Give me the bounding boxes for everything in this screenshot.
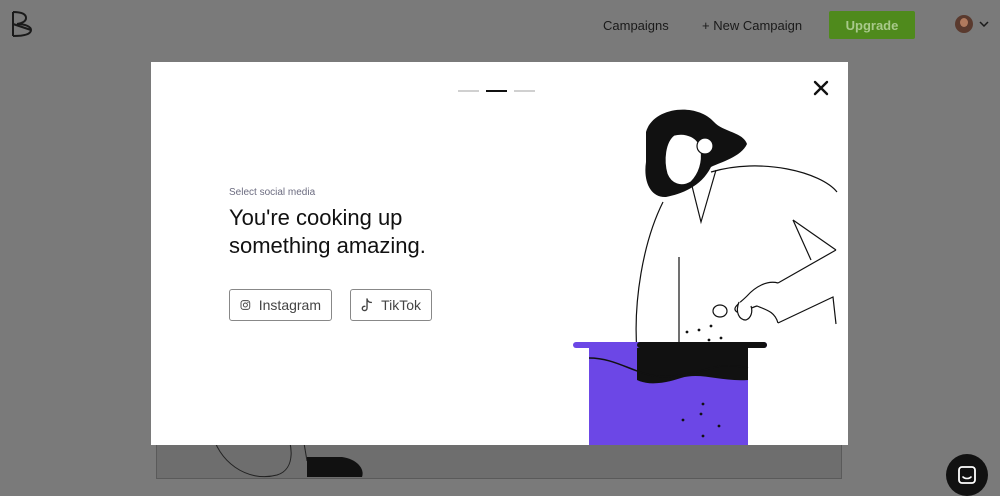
- cooking-illustration: [573, 109, 838, 445]
- instagram-icon: [240, 300, 251, 310]
- tiktok-button[interactable]: TikTok: [350, 289, 432, 321]
- tiktok-label: TikTok: [381, 297, 421, 313]
- instagram-button[interactable]: Instagram: [229, 289, 332, 321]
- instagram-label: Instagram: [258, 297, 321, 313]
- tiktok-icon: [361, 298, 373, 312]
- step-dot: [514, 90, 535, 92]
- user-menu[interactable]: [955, 15, 989, 33]
- chat-icon: [958, 466, 976, 484]
- onboarding-modal: Select social media You're cooking up so…: [151, 62, 848, 445]
- step-dot: [458, 90, 479, 92]
- avatar[interactable]: [955, 15, 973, 33]
- modal-headline: You're cooking up something amazing.: [229, 205, 426, 258]
- chevron-down-icon: [979, 21, 989, 27]
- close-icon[interactable]: [812, 79, 830, 97]
- top-navigation: Campaigns + New Campaign Upgrade: [0, 0, 1000, 50]
- upgrade-button[interactable]: Upgrade: [829, 11, 915, 39]
- nav-campaigns-link[interactable]: Campaigns: [603, 18, 669, 33]
- step-dot-active: [486, 90, 507, 92]
- nav-new-campaign-link[interactable]: + New Campaign: [702, 18, 802, 33]
- modal-eyebrow: Select social media: [229, 187, 316, 198]
- brand-logo-icon[interactable]: [10, 10, 34, 38]
- step-indicator: [458, 90, 535, 92]
- chat-launcher-button[interactable]: [946, 454, 988, 496]
